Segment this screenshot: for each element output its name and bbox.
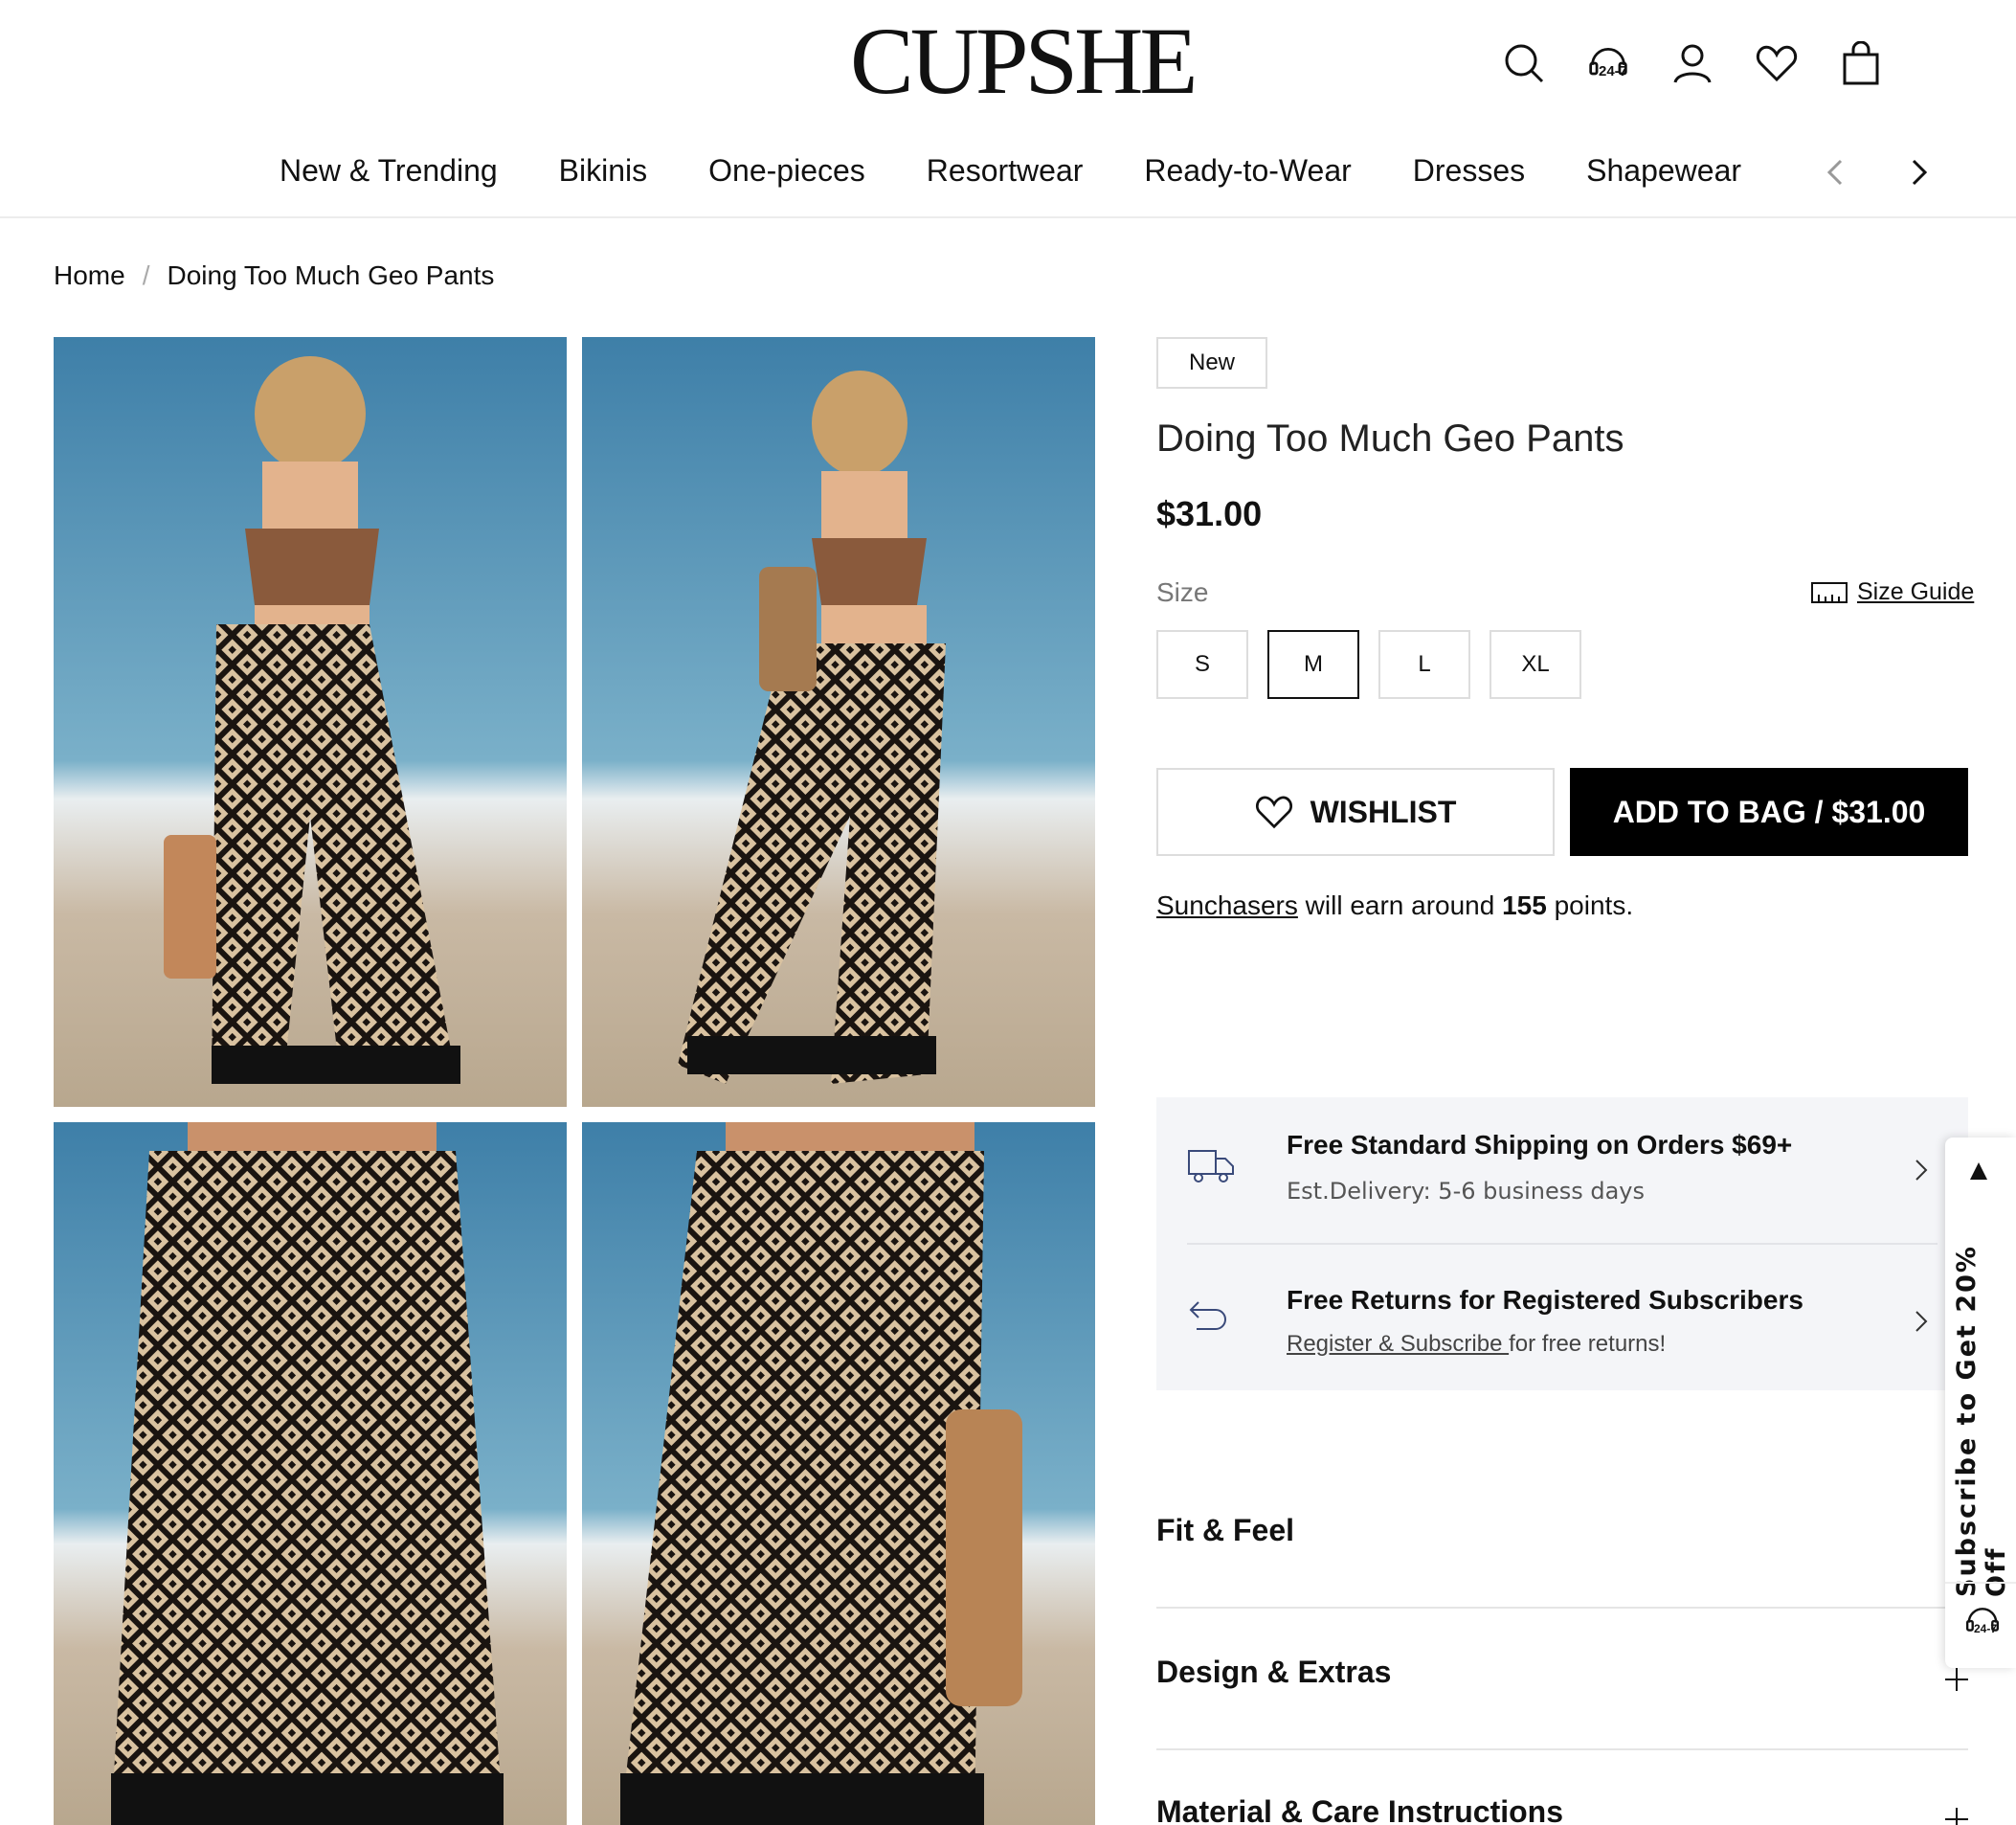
size-guide-link[interactable]: Size Guide <box>1811 578 1974 606</box>
wishlist-heart-icon[interactable] <box>1756 38 1798 88</box>
product-photo-side[interactable] <box>582 337 1095 1107</box>
size-option-m[interactable]: M <box>1267 630 1359 699</box>
subscribe-tab-text: Subscribe to Get 20% Off <box>1952 1245 2011 1597</box>
ruler-icon <box>1811 581 1848 603</box>
account-icon[interactable] <box>1671 38 1714 88</box>
accordion-design-extras[interactable]: Design & Extras <box>1156 1655 1968 1750</box>
accordion-material-care[interactable]: Material & Care Instructions <box>1156 1794 1968 1825</box>
size-option-s[interactable]: S <box>1156 630 1248 699</box>
chevron-right-icon <box>1915 1160 1928 1181</box>
nav-item-dresses[interactable]: Dresses <box>1413 153 1525 189</box>
points-suffix: points. <box>1546 890 1634 920</box>
header-icons: 24-7 <box>1503 38 1882 88</box>
support-badge: 24-7 <box>1599 63 1628 79</box>
breadcrumb-home[interactable]: Home <box>54 260 125 291</box>
plus-icon <box>1945 1808 1968 1825</box>
size-label: Size <box>1156 577 1209 607</box>
add-to-bag-button[interactable]: ADD TO BAG / $31.00 <box>1570 768 1968 856</box>
points-middle-text: will earn around <box>1297 890 1503 920</box>
nav-item-ready-to-wear[interactable]: Ready-to-Wear <box>1144 153 1351 189</box>
accordion-label: Material & Care Instructions <box>1156 1794 1563 1825</box>
product-price: $31.00 <box>1156 494 1263 533</box>
points-info: Sunchasers will earn around 155 points. <box>1156 890 1633 921</box>
chevron-right-icon <box>1915 1311 1928 1332</box>
shipping-title: Free Standard Shipping on Orders $69+ <box>1287 1130 1793 1160</box>
triangle-up-icon <box>1970 1162 1987 1180</box>
breadcrumb: Home / Doing Too Much Geo Pants <box>54 260 494 291</box>
returns-row[interactable]: Free Returns for Registered Subscribers … <box>1187 1285 1938 1371</box>
register-subscribe-link[interactable]: Register & Subscribe <box>1287 1331 1509 1357</box>
heart-icon <box>1255 796 1292 829</box>
product-photo-back[interactable] <box>54 1122 567 1825</box>
side-support-badge: 24-7 <box>1974 1622 1998 1635</box>
panel-divider <box>1187 1243 1938 1245</box>
brand-logo[interactable]: CUPSHE <box>850 13 1198 109</box>
accordion-label: Fit & Feel <box>1156 1513 1295 1547</box>
returns-suffix: for free returns! <box>1509 1331 1667 1357</box>
accordion-label: Design & Extras <box>1156 1655 1392 1689</box>
site-header: CUPSHE 24-7 New & Trending Bikinis One-p… <box>0 0 2016 218</box>
size-guide-label: Size Guide <box>1857 578 1975 605</box>
size-option-xl[interactable]: XL <box>1490 630 1581 699</box>
wishlist-button[interactable]: WISHLIST <box>1156 768 1555 856</box>
product-photo-detail[interactable] <box>582 1122 1095 1825</box>
nav-prev-icon[interactable] <box>1821 155 1849 190</box>
plus-icon <box>1945 1668 1968 1691</box>
returns-subtitle: Register & Subscribe for free returns! <box>1287 1331 1666 1358</box>
shipping-row[interactable]: Free Standard Shipping on Orders $69+ Es… <box>1187 1130 1938 1226</box>
returns-title: Free Returns for Registered Subscribers <box>1287 1285 1803 1315</box>
nav-item-new-trending[interactable]: New & Trending <box>280 153 498 189</box>
new-badge: New <box>1156 337 1267 389</box>
nav-item-shapewear[interactable]: Shapewear <box>1586 153 1741 189</box>
nav-item-resortwear[interactable]: Resortwear <box>927 153 1084 189</box>
main-nav: New & Trending Bikinis One-pieces Resort… <box>280 153 1741 189</box>
shipping-returns-panel: Free Standard Shipping on Orders $69+ Es… <box>1156 1097 1968 1390</box>
side-tab-divider <box>1945 1582 2016 1584</box>
wishlist-label: WISHLIST <box>1310 794 1457 829</box>
shipping-subtitle: Est.Delivery: 5-6 business days <box>1287 1178 1646 1205</box>
sunchasers-link[interactable]: Sunchasers <box>1156 890 1298 920</box>
nav-item-one-pieces[interactable]: One-pieces <box>708 153 865 189</box>
truck-icon <box>1188 1150 1234 1183</box>
return-arrow-icon <box>1189 1301 1226 1330</box>
product-photo-front[interactable] <box>54 337 567 1107</box>
shopping-bag-icon[interactable] <box>1840 38 1882 88</box>
accordion-fit-feel[interactable]: Fit & Feel <box>1156 1513 1968 1609</box>
size-option-l[interactable]: L <box>1378 630 1470 699</box>
size-options: S M L XL <box>1156 630 1581 699</box>
subscribe-side-tab[interactable]: Subscribe to Get 20% Off 24-7 <box>1945 1138 2016 1668</box>
breadcrumb-current: Doing Too Much Geo Pants <box>167 260 495 290</box>
breadcrumb-separator: / <box>142 260 150 290</box>
nav-item-bikinis[interactable]: Bikinis <box>559 153 647 189</box>
product-title: Doing Too Much Geo Pants <box>1156 417 1624 460</box>
support-chat-icon[interactable]: 24-7 <box>1964 1603 2001 1644</box>
nav-next-icon[interactable] <box>1905 155 1934 190</box>
search-icon[interactable] <box>1503 38 1545 88</box>
support-24-7-icon[interactable]: 24-7 <box>1587 38 1629 88</box>
points-value: 155 <box>1502 890 1547 920</box>
